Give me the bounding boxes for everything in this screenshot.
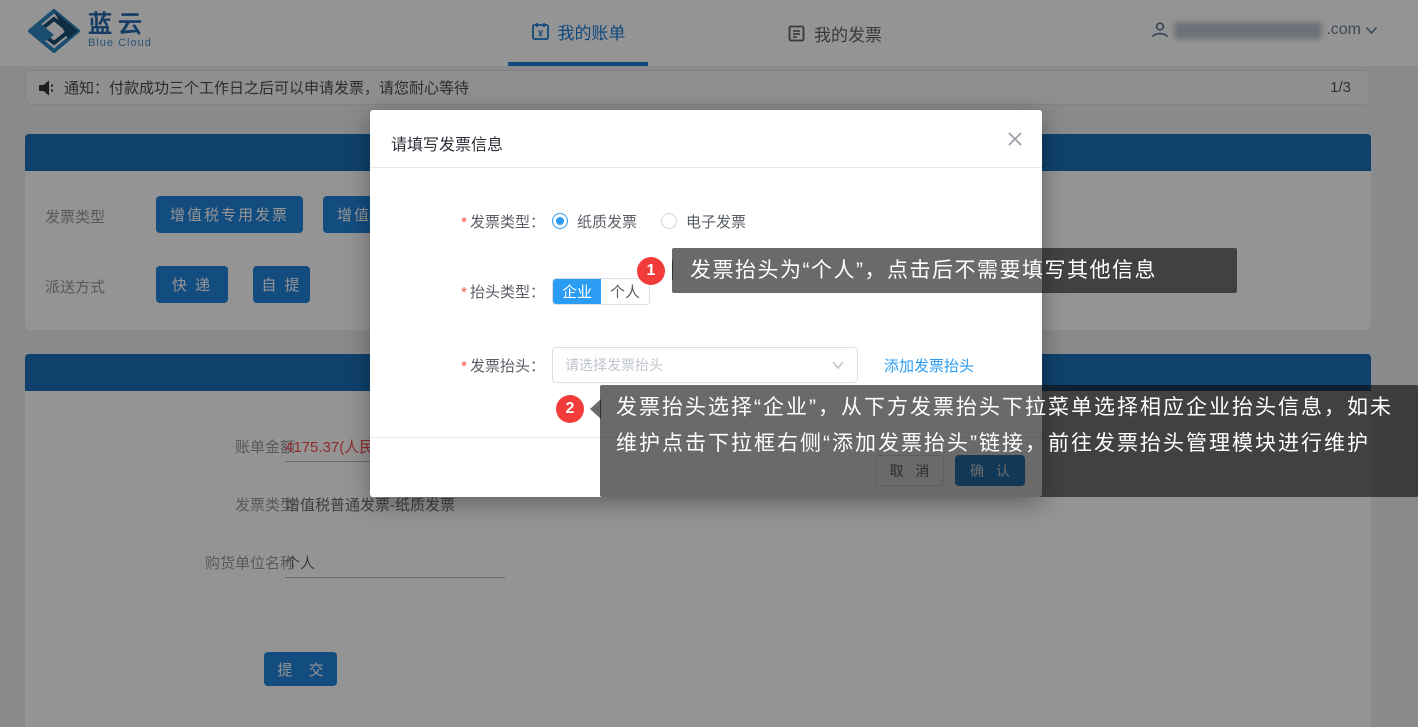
title-type-field-label: *抬头类型： (370, 281, 545, 302)
close-icon[interactable] (1006, 130, 1024, 148)
required-asterisk: * (461, 358, 467, 375)
step-1-tooltip: 发票抬头为“个人”，点击后不需要填写其他信息 (672, 248, 1237, 293)
title-type-toggle: 企业 个人 (552, 278, 650, 305)
invoice-title-field-row: *发票抬头： 请选择发票抬头 添加发票抬头 (370, 345, 1042, 385)
invoice-type-field-label: *发票类型： (370, 211, 545, 232)
select-placeholder: 请选择发票抬头 (565, 355, 831, 375)
radio-selected-icon[interactable] (552, 213, 568, 229)
radio-electronic-invoice[interactable]: 电子发票 (661, 211, 746, 232)
modal-title: 请填写发票信息 (391, 131, 503, 155)
toggle-enterprise[interactable]: 企业 (553, 279, 601, 304)
radio-paper-invoice[interactable]: 纸质发票 (552, 211, 637, 232)
invoice-type-radio-group: 纸质发票 电子发票 (552, 211, 746, 232)
radio-unselected-icon[interactable] (661, 213, 677, 229)
invoice-type-field-row: *发票类型： 纸质发票 电子发票 (370, 201, 1042, 241)
radio-label: 电子发票 (686, 211, 746, 232)
radio-label: 纸质发票 (577, 211, 637, 232)
invoice-title-field-label: *发票抬头： (370, 355, 545, 376)
required-asterisk: * (461, 214, 467, 231)
step-2-tooltip: 发票抬头选择“企业”，从下方发票抬头下拉菜单选择相应企业抬头信息，如未维护点击下… (600, 385, 1418, 497)
invoice-title-select[interactable]: 请选择发票抬头 (552, 347, 858, 383)
add-invoice-title-link[interactable]: 添加发票抬头 (884, 355, 974, 376)
step-2-badge: 2 (556, 395, 584, 423)
step-1-badge: 1 (637, 257, 665, 285)
required-asterisk: * (461, 284, 467, 301)
select-chevron-down-icon (831, 360, 845, 370)
modal-header: 请填写发票信息 (370, 110, 1042, 168)
